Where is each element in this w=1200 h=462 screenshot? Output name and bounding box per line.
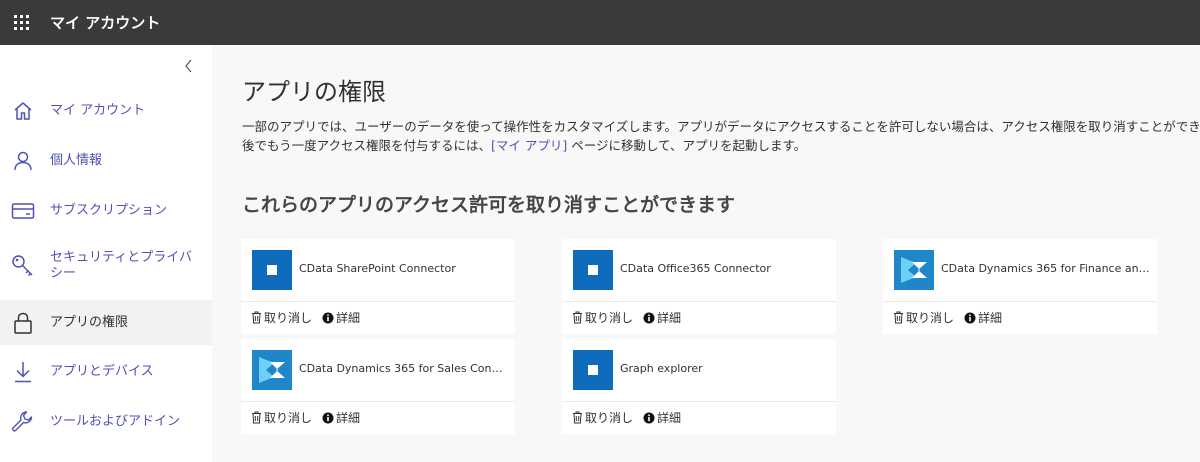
- page-description: 一部のアプリでは、ユーザーのデータを使って操作性をカスタマイズします。アプリがデ…: [242, 117, 1200, 155]
- app-card-actions: 取り消し 詳細: [572, 409, 691, 426]
- sidebar-item-label: セキュリティとプライバシー: [50, 250, 192, 281]
- app-launcher-button[interactable]: [0, 0, 42, 45]
- revoke-label: 取り消し: [585, 411, 634, 425]
- sidebar-item-label: サブスクリプション: [50, 203, 168, 218]
- section-title: これらのアプリのアクセス許可を取り消すことができます: [242, 194, 736, 216]
- app-name: Graph explorer: [620, 362, 703, 375]
- app-card: CData SharePoint Connector 取り消し 詳細: [241, 239, 515, 334]
- app-name: CData Office365 Connector: [620, 262, 771, 275]
- square-logo-icon: [588, 365, 598, 375]
- sidebar: マイ アカウント 個人情報 サブスクリプション セキュリティとプライバシー アプ…: [0, 45, 212, 462]
- square-logo-icon: [588, 265, 598, 275]
- app-logo: [252, 250, 292, 290]
- person-icon: [10, 148, 36, 174]
- wrench-icon: [10, 409, 36, 435]
- description-text: 後でもう一度アクセス権限を付与するには、: [242, 138, 492, 153]
- app-logo: [252, 350, 292, 390]
- app-name: CData SharePoint Connector: [299, 262, 456, 275]
- key-icon: [10, 253, 36, 279]
- my-apps-link[interactable]: [マイ アプリ]: [491, 138, 567, 153]
- sidebar-item-tools-addins[interactable]: ツールおよびアドイン: [0, 403, 212, 441]
- sidebar-item-subscriptions[interactable]: サブスクリプション: [0, 192, 212, 230]
- info-icon: [643, 312, 655, 323]
- square-logo-icon: [267, 265, 277, 275]
- trash-icon: [573, 311, 582, 324]
- app-card-header: CData SharePoint Connector: [241, 239, 515, 302]
- app-card-header: CData Dynamics 365 for Sales Connector: [241, 339, 515, 402]
- description-line-1: 一部のアプリでは、ユーザーのデータを使って操作性をカスタマイズします。アプリがデ…: [242, 119, 1200, 134]
- revoke-button[interactable]: 取り消し: [572, 309, 633, 326]
- revoke-button[interactable]: 取り消し: [893, 309, 954, 326]
- description-line-2: 後でもう一度アクセス権限を付与するには、[マイ アプリ] ページに移動して、アプ…: [242, 136, 1200, 155]
- app-card: Graph explorer 取り消し 詳細: [562, 339, 836, 434]
- sidebar-item-label: アプリとデバイス: [50, 364, 154, 379]
- details-label: 詳細: [657, 411, 682, 425]
- details-button[interactable]: 詳細: [643, 309, 681, 326]
- download-icon: [10, 359, 36, 385]
- details-label: 詳細: [657, 311, 682, 325]
- app-logo: [573, 250, 613, 290]
- info-icon: [322, 412, 334, 423]
- info-icon: [643, 412, 655, 423]
- details-button[interactable]: 詳細: [322, 309, 360, 326]
- app-name: CData Dynamics 365 for Finance and Opera…: [941, 262, 1151, 275]
- dynamics-logo-icon: [259, 357, 285, 383]
- collapse-sidebar-button[interactable]: [180, 57, 198, 75]
- dynamics-logo-icon: [901, 257, 927, 283]
- app-card-header: CData Dynamics 365 for Finance and Opera…: [883, 239, 1157, 302]
- sidebar-item-label: マイ アカウント: [50, 103, 146, 118]
- app-logo: [573, 350, 613, 390]
- sidebar-item-security-privacy[interactable]: セキュリティとプライバシー: [0, 245, 212, 287]
- sidebar-item-label: アプリの権限: [50, 314, 129, 330]
- main-content: アプリの権限 一部のアプリでは、ユーザーのデータを使って操作性をカスタマイズしま…: [212, 45, 1200, 462]
- details-label: 詳細: [336, 311, 361, 325]
- sidebar-item-apps-devices[interactable]: アプリとデバイス: [0, 353, 212, 391]
- details-button[interactable]: 詳細: [322, 409, 360, 426]
- revoke-label: 取り消し: [906, 311, 955, 325]
- details-button[interactable]: 詳細: [964, 309, 1002, 326]
- lock-icon: [10, 310, 36, 336]
- app-card: CData Dynamics 365 for Sales Connector 取…: [241, 339, 515, 434]
- revoke-label: 取り消し: [585, 311, 634, 325]
- revoke-button[interactable]: 取り消し: [251, 409, 312, 426]
- app-card-actions: 取り消し 詳細: [893, 309, 1012, 326]
- sidebar-item-label: 個人情報: [50, 153, 103, 168]
- sidebar-item-label: ツールおよびアドイン: [50, 414, 181, 429]
- app-card-header: Graph explorer: [562, 339, 836, 402]
- app-card-actions: 取り消し 詳細: [572, 309, 691, 326]
- chevron-left-icon: [185, 59, 192, 73]
- trash-icon: [252, 411, 261, 424]
- details-label: 詳細: [978, 311, 1003, 325]
- waffle-icon: [13, 15, 29, 30]
- app-card: CData Office365 Connector 取り消し 詳細: [562, 239, 836, 334]
- details-button[interactable]: 詳細: [643, 409, 681, 426]
- app-card-actions: 取り消し 詳細: [251, 309, 370, 326]
- app-card: CData Dynamics 365 for Finance and Opera…: [883, 239, 1157, 334]
- sidebar-item-my-account[interactable]: マイ アカウント: [0, 92, 212, 130]
- revoke-label: 取り消し: [264, 311, 313, 325]
- details-label: 詳細: [336, 411, 361, 425]
- trash-icon: [894, 311, 903, 324]
- revoke-label: 取り消し: [264, 411, 313, 425]
- info-icon: [322, 312, 334, 323]
- top-bar: マイ アカウント: [0, 0, 1200, 45]
- revoke-button[interactable]: 取り消し: [572, 409, 633, 426]
- description-text: ページに移動して、アプリを起動します。: [567, 138, 807, 153]
- revoke-button[interactable]: 取り消し: [251, 309, 312, 326]
- sidebar-item-app-permissions[interactable]: アプリの権限: [0, 300, 212, 345]
- app-logo: [894, 250, 934, 290]
- trash-icon: [252, 311, 261, 324]
- sidebar-item-personal-info[interactable]: 個人情報: [0, 142, 212, 180]
- page-title: アプリの権限: [242, 78, 386, 106]
- info-icon: [964, 312, 976, 323]
- app-card-actions: 取り消し 詳細: [251, 409, 370, 426]
- app-title: マイ アカウント: [50, 14, 161, 32]
- app-card-header: CData Office365 Connector: [562, 239, 836, 302]
- app-name: CData Dynamics 365 for Sales Connector: [299, 362, 509, 375]
- home-icon: [10, 98, 36, 124]
- card-icon: [10, 198, 36, 224]
- trash-icon: [573, 411, 582, 424]
